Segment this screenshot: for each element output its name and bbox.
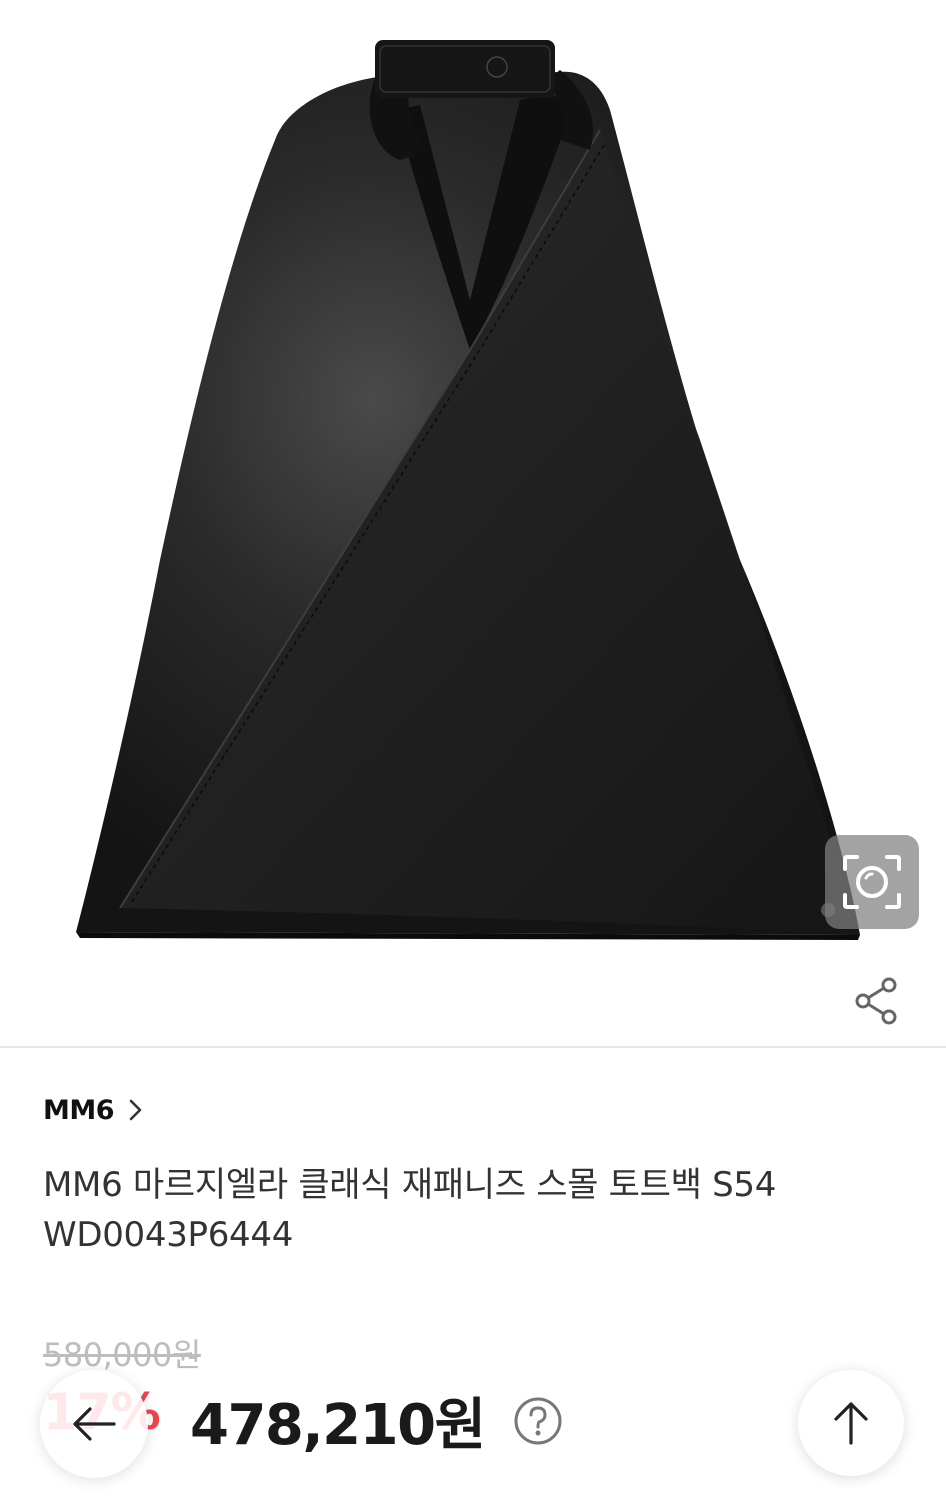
share-button[interactable] xyxy=(852,975,902,1025)
section-divider xyxy=(0,1046,946,1048)
chevron-right-icon xyxy=(129,1099,142,1121)
question-circle-icon xyxy=(514,1397,562,1445)
brand-link[interactable]: MM6 xyxy=(43,1090,144,1130)
product-image[interactable] xyxy=(0,0,946,1045)
arrow-up-icon xyxy=(834,1402,868,1445)
sale-price: 478,210원 xyxy=(190,1393,486,1458)
camera-search-icon xyxy=(843,855,901,909)
share-icon xyxy=(855,977,897,1025)
tote-bag-illustration xyxy=(76,40,860,940)
scroll-top-button[interactable] xyxy=(798,1370,904,1476)
camera-search-button[interactable] xyxy=(825,835,919,929)
back-button[interactable] xyxy=(40,1370,148,1478)
original-price: 580,000원 xyxy=(43,1336,201,1374)
brand-name: MM6 xyxy=(43,1094,115,1126)
arrow-left-icon xyxy=(73,1407,116,1441)
product-title: MM6 마르지엘라 클래식 재패니즈 스몰 토트백 S54 WD0043P644… xyxy=(43,1165,777,1255)
price-info-button[interactable] xyxy=(512,1395,564,1447)
